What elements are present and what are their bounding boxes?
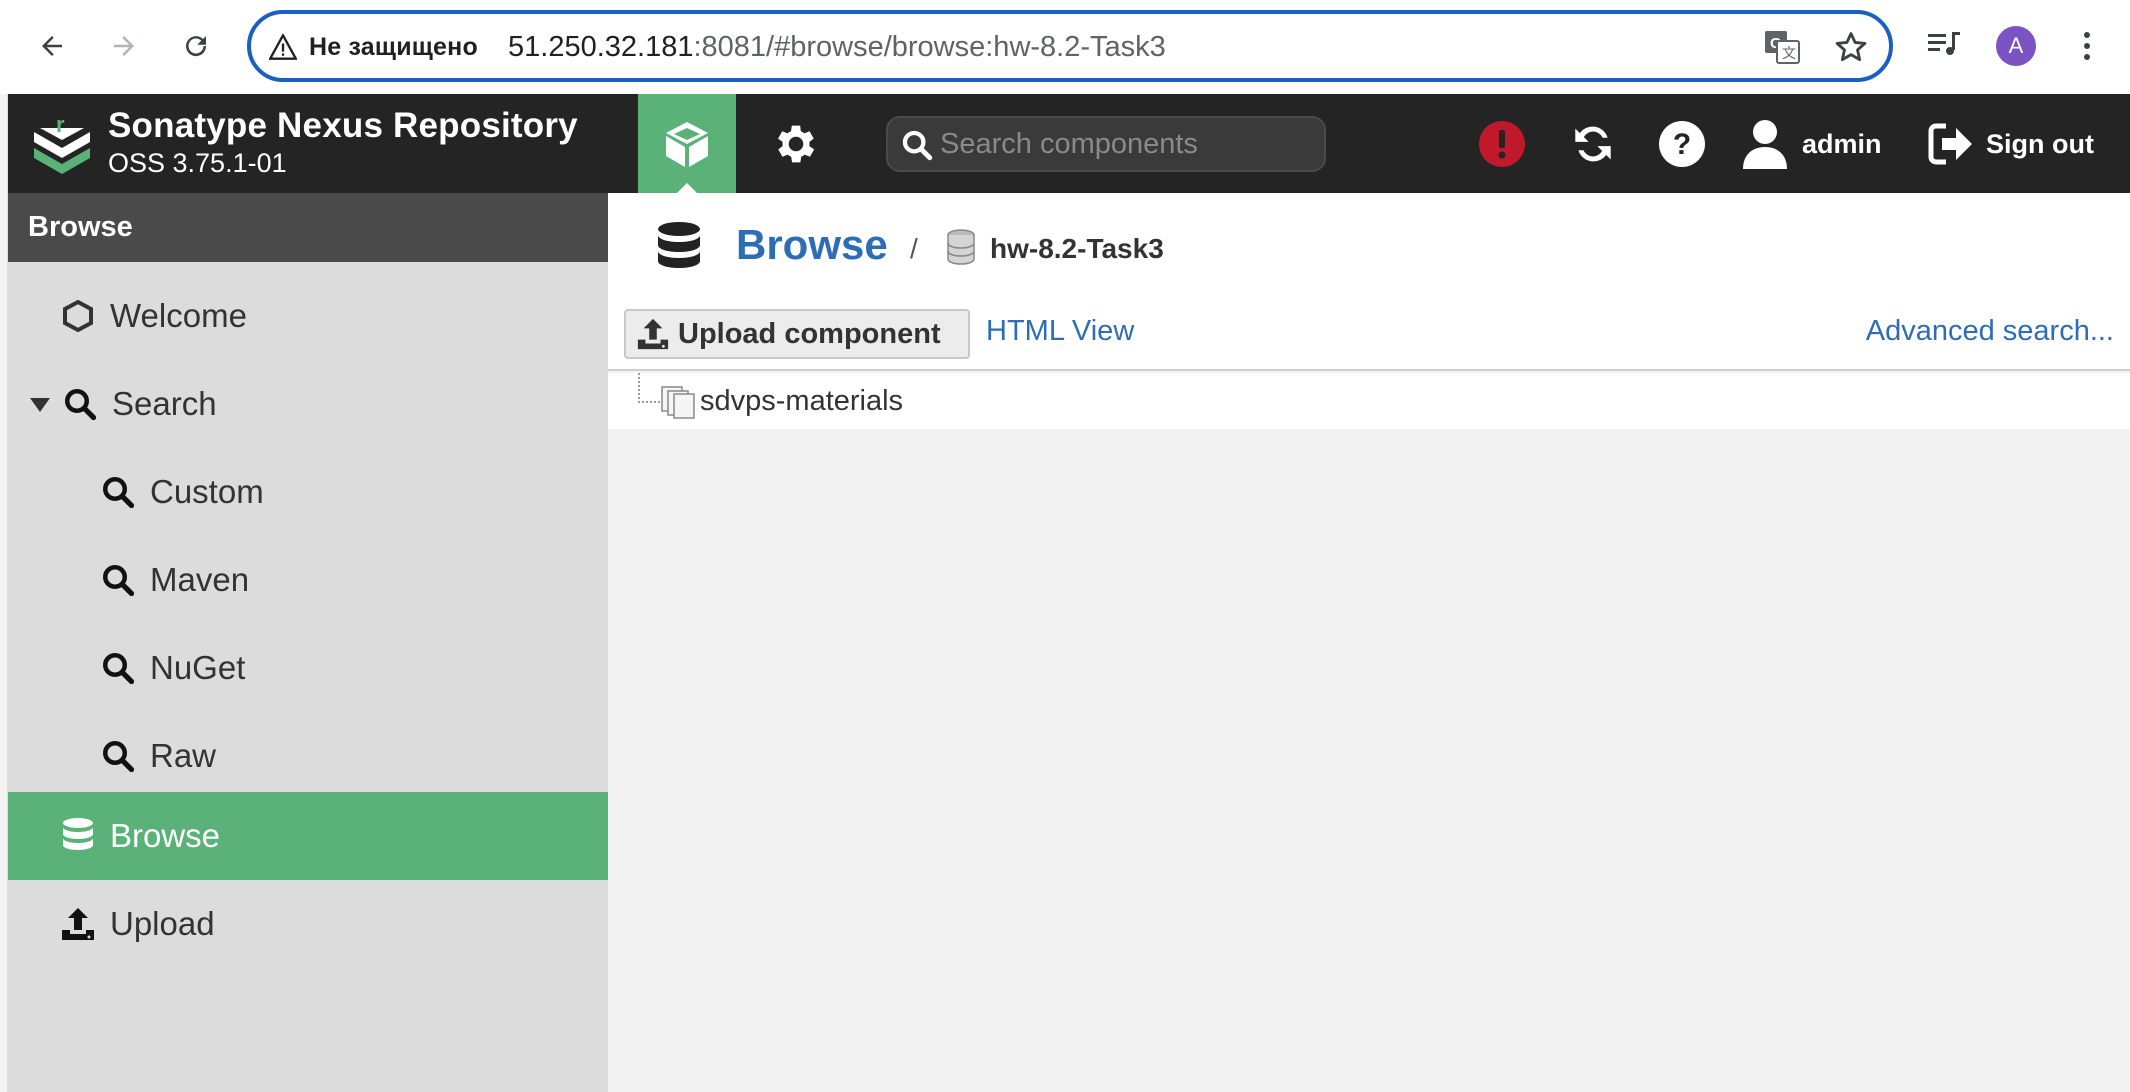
hexagon-icon [58, 296, 98, 336]
brand-name: Sonatype Nexus Repository [108, 106, 578, 145]
user-menu-button[interactable]: admin [1742, 118, 1882, 170]
main-panel: Browse / hw-8.2-Task3 Upload component H… [608, 193, 2130, 1092]
component-search[interactable] [886, 116, 1326, 172]
search-icon [902, 130, 933, 161]
brand-version: OSS 3.75.1-01 [108, 148, 287, 178]
folder-stack-icon [661, 386, 695, 419]
nexus-logo-icon: r [34, 112, 90, 174]
search-icon [98, 472, 138, 512]
sidebar-item-label: Search [112, 385, 217, 422]
sidebar-item-label: Welcome [110, 297, 247, 334]
search-icon [98, 736, 138, 776]
sidebar-item-label: Custom [150, 473, 264, 510]
expand-triangle-icon[interactable] [30, 398, 50, 412]
sidebar-item-label: Browse [110, 817, 221, 854]
sidebar-item-maven[interactable]: Maven [8, 536, 608, 624]
url-host: 51.250.32.181 [508, 31, 694, 63]
nexus-header: r Sonatype Nexus Repository OSS 3.75.1-0… [8, 94, 2130, 194]
sidebar-item-search[interactable]: Search [8, 360, 608, 448]
brand: Sonatype Nexus Repository OSS 3.75.1-01 [108, 106, 578, 179]
html-view-link[interactable]: HTML View [986, 315, 1134, 348]
sidebar: Browse Welcome Search Custom Maven NuGet [8, 193, 608, 1092]
reload-button[interactable] [174, 24, 218, 68]
profile-avatar[interactable]: A [1996, 26, 2036, 66]
background-page-edge [0, 94, 8, 1092]
user-icon [1743, 120, 1787, 169]
browser-toolbar: Не защищено 51.250.32.181:8081/#browse/b… [0, 0, 2130, 94]
reload-icon [186, 36, 207, 57]
search-input[interactable] [940, 124, 1310, 164]
address-bar[interactable]: Не защищено 51.250.32.181:8081/#browse/b… [247, 10, 1893, 82]
sidebar-item-label: Raw [150, 737, 217, 774]
forward-button[interactable] [102, 24, 146, 68]
sign-out-label: Sign out [1986, 128, 2094, 159]
tree-node-label: sdvps-materials [700, 385, 904, 417]
sidebar-item-label: Maven [150, 561, 250, 598]
sidebar-item-label: NuGet [150, 649, 246, 686]
back-button[interactable] [30, 24, 74, 68]
media-queue-icon[interactable] [1926, 28, 1962, 60]
warning-icon [269, 34, 297, 60]
sidebar-item-raw[interactable]: Raw [8, 712, 608, 800]
upload-icon [637, 318, 669, 350]
sidebar-item-browse[interactable]: Browse [8, 792, 608, 880]
breadcrumb-browse-link[interactable]: Browse [736, 221, 888, 269]
database-icon [58, 816, 98, 856]
search-icon [60, 384, 100, 424]
sign-out-button[interactable]: Sign out [1928, 118, 2094, 170]
url-text[interactable]: 51.250.32.181:8081/#browse/browse:hw-8.2… [508, 31, 1166, 64]
upload-component-label: Upload component [678, 317, 941, 350]
translate-icon[interactable]: G文 [1764, 30, 1800, 64]
alert-button[interactable] [1478, 118, 1528, 170]
upload-component-button[interactable]: Upload component [624, 309, 970, 359]
search-icon [98, 648, 138, 688]
bookmark-star-icon[interactable] [1834, 30, 1868, 64]
sign-out-icon [1928, 123, 1972, 165]
admin-gear-icon [778, 125, 815, 163]
security-status[interactable]: Не защищено [309, 33, 478, 62]
sidebar-item-welcome[interactable]: Welcome [8, 272, 608, 360]
tree-node[interactable]: sdvps-materials [608, 373, 2130, 429]
alert-icon [1479, 121, 1525, 167]
arrow-left-icon [42, 36, 62, 56]
sidebar-item-nuget[interactable]: NuGet [8, 624, 608, 712]
tree-connector [638, 373, 660, 403]
admin-mode-button[interactable] [768, 116, 824, 172]
sidebar-item-custom[interactable]: Custom [8, 448, 608, 536]
svg-text:文: 文 [1782, 45, 1796, 61]
browser-menu-icon[interactable] [2072, 26, 2102, 66]
refresh-icon [1575, 126, 1611, 162]
refresh-button[interactable] [1568, 118, 1620, 170]
search-icon [98, 560, 138, 600]
advanced-search-link[interactable]: Advanced search... [1866, 315, 2114, 348]
arrow-right-icon [114, 36, 134, 56]
sidebar-item-upload[interactable]: Upload [8, 880, 608, 968]
user-label: admin [1802, 128, 1882, 159]
help-button[interactable]: ? [1658, 118, 1708, 170]
svg-text:r: r [56, 112, 65, 137]
breadcrumb-repository: hw-8.2-Task3 [990, 233, 1164, 264]
browse-mode-cube-icon [666, 121, 708, 167]
sidebar-item-label: Upload [110, 905, 215, 942]
sidebar-title: Browse [8, 193, 608, 262]
svg-text:?: ? [1673, 128, 1691, 161]
repository-db-icon [947, 229, 975, 265]
browse-header: Browse / hw-8.2-Task3 Upload component H… [608, 193, 2130, 371]
breadcrumb-separator: / [910, 233, 918, 264]
browse-mode-button[interactable] [638, 94, 736, 194]
url-path: :8081/#browse/browse:hw-8.2-Task3 [693, 31, 1166, 63]
help-icon: ? [1659, 121, 1705, 167]
upload-icon [58, 904, 98, 944]
database-icon [658, 222, 700, 268]
